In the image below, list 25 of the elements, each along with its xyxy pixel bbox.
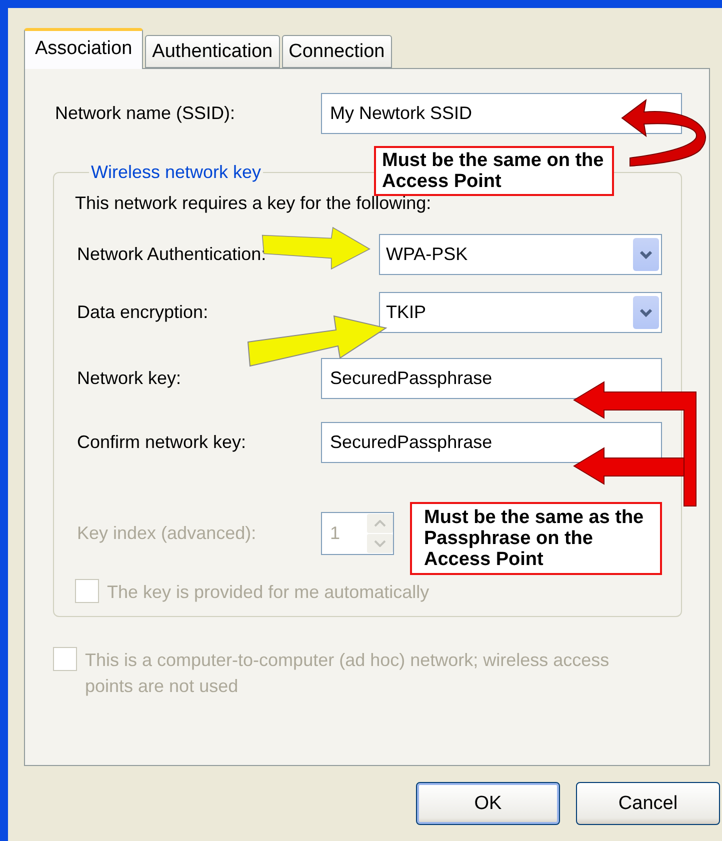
group-title: Wireless network key bbox=[90, 162, 262, 183]
callout-note: Must be the same as the Passphrase on the Access Point bbox=[410, 502, 662, 575]
field-label: Key index (advanced): bbox=[76, 523, 256, 544]
chevron-down-icon[interactable] bbox=[633, 296, 659, 329]
dialog-button[interactable]: Cancel bbox=[576, 782, 720, 825]
field-label: Network name (SSID): bbox=[54, 103, 236, 124]
checkbox-label: The key is provided for me automatically bbox=[107, 581, 430, 604]
dropdown[interactable]: WPA-PSK bbox=[379, 234, 662, 275]
checkbox-label: This is a computer-to-computer (ad hoc) network; wireless access points are not used bbox=[85, 649, 610, 698]
dialog-button[interactable]: OK bbox=[416, 782, 560, 825]
field-label: Confirm network key: bbox=[76, 432, 246, 453]
tab[interactable]: Association bbox=[24, 28, 144, 69]
tab[interactable]: Authentication bbox=[145, 35, 280, 68]
ssid-field[interactable]: My Newtork SSID bbox=[321, 93, 682, 134]
dropdown[interactable]: TKIP bbox=[379, 292, 662, 333]
chevron-down-icon[interactable] bbox=[633, 238, 659, 271]
field-label: Network key: bbox=[76, 368, 182, 389]
instruction-text: This network requires a key for the following: bbox=[75, 193, 432, 214]
callout-note: Must be the same on the Access Point bbox=[374, 146, 614, 196]
key-field[interactable]: SecuredPassphrase bbox=[321, 358, 662, 399]
key-field[interactable]: SecuredPassphrase bbox=[321, 422, 662, 463]
field-label: Data encryption: bbox=[76, 302, 208, 323]
field-label: Network Authentication: bbox=[76, 244, 266, 265]
bracket-arrow-icon bbox=[572, 382, 698, 506]
tab[interactable]: Connection bbox=[282, 35, 392, 68]
